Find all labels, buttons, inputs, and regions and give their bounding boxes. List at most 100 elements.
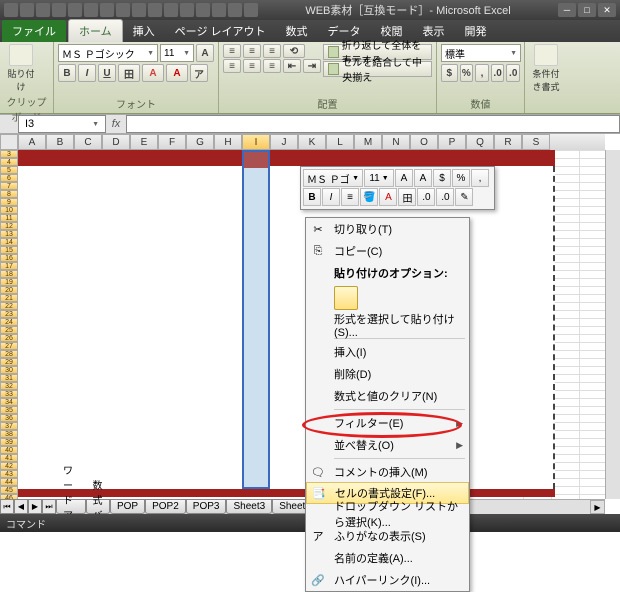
paste-button[interactable]: 貼り付け: [4, 44, 38, 93]
ctx-delete[interactable]: 削除(D): [306, 363, 469, 385]
mini-incdec-button[interactable]: .0: [417, 188, 435, 206]
mini-align-button[interactable]: ≡: [341, 188, 359, 206]
mini-grow-button[interactable]: A: [395, 169, 413, 187]
row-header[interactable]: 18: [0, 270, 18, 278]
mini-currency-button[interactable]: $: [433, 169, 451, 187]
row-header[interactable]: 9: [0, 198, 18, 206]
qat-btn[interactable]: [196, 3, 210, 17]
qat-btn[interactable]: [148, 3, 162, 17]
qat-btn[interactable]: [180, 3, 194, 17]
mini-border-button[interactable]: 田: [398, 188, 416, 206]
indent-dec-button[interactable]: ⇤: [283, 59, 301, 73]
row-header[interactable]: 26: [0, 334, 18, 342]
col-header-F[interactable]: F: [158, 134, 186, 150]
qat-btn[interactable]: [116, 3, 130, 17]
nav-first[interactable]: ⏮: [0, 499, 14, 514]
qat-btn[interactable]: [212, 3, 226, 17]
select-all-corner[interactable]: [0, 134, 18, 150]
col-header-R[interactable]: R: [494, 134, 522, 150]
row-header[interactable]: 25: [0, 326, 18, 334]
row-header[interactable]: 17: [0, 262, 18, 270]
nav-prev[interactable]: ◀: [14, 499, 28, 514]
ctx-furigana[interactable]: アふりがなの表示(S): [306, 525, 469, 547]
row-header[interactable]: 20: [0, 286, 18, 294]
indent-inc-button[interactable]: ⇥: [303, 59, 321, 73]
cond-format-button[interactable]: 条件付き書式: [529, 44, 563, 93]
ctx-clear[interactable]: 数式と値のクリア(N): [306, 385, 469, 407]
row-header[interactable]: 13: [0, 230, 18, 238]
fx-button[interactable]: fx: [106, 118, 126, 130]
fill-color-button[interactable]: A: [142, 64, 164, 82]
minimize-button[interactable]: ─: [558, 3, 576, 17]
mini-comma-button[interactable]: ,: [471, 169, 489, 187]
bold-button[interactable]: B: [58, 64, 76, 82]
col-header-P[interactable]: P: [438, 134, 466, 150]
row-header[interactable]: 35: [0, 406, 18, 414]
ctx-dropdown[interactable]: ドロップダウン リストから選択(K)...: [306, 503, 469, 525]
row-header[interactable]: 45: [0, 486, 18, 494]
row-header[interactable]: 5: [0, 166, 18, 174]
mini-format-button[interactable]: ✎: [455, 188, 473, 206]
merge-center-button[interactable]: セルを結合して中央揃え: [323, 61, 432, 77]
comma-button[interactable]: ,: [475, 64, 489, 82]
qat-btn[interactable]: [100, 3, 114, 17]
col-header-G[interactable]: G: [186, 134, 214, 150]
ctx-paste-button[interactable]: [334, 286, 358, 310]
ctx-paste-special[interactable]: 形式を選択して貼り付け(S)...: [306, 314, 469, 336]
col-header-S[interactable]: S: [522, 134, 550, 150]
align-right-button[interactable]: ≡: [263, 59, 281, 73]
row-header[interactable]: 3: [0, 150, 18, 158]
col-header-H[interactable]: H: [214, 134, 242, 150]
qat-btn[interactable]: [228, 3, 242, 17]
ctx-name[interactable]: 名前の定義(A)...: [306, 547, 469, 569]
close-button[interactable]: ✕: [598, 3, 616, 17]
row-header[interactable]: 10: [0, 206, 18, 214]
qat-btn[interactable]: [84, 3, 98, 17]
mini-size-combo[interactable]: 11▼: [364, 169, 394, 187]
row-header[interactable]: 44: [0, 478, 18, 486]
mini-fontcolor-button[interactable]: A: [379, 188, 397, 206]
dec-decimal-button[interactable]: .0: [506, 64, 520, 82]
vertical-scrollbar[interactable]: [605, 150, 620, 499]
row-header[interactable]: 12: [0, 222, 18, 230]
underline-button[interactable]: U: [98, 64, 116, 82]
row-header[interactable]: 7: [0, 182, 18, 190]
selected-column[interactable]: [242, 150, 270, 489]
quick-access-toolbar[interactable]: [4, 3, 258, 17]
row-header[interactable]: 33: [0, 390, 18, 398]
number-format-combo[interactable]: 標準▼: [441, 44, 521, 62]
formula-bar[interactable]: [126, 115, 620, 133]
align-center-button[interactable]: ≡: [243, 59, 261, 73]
percent-button[interactable]: %: [460, 64, 474, 82]
tab-file[interactable]: ファイル: [2, 20, 66, 42]
orientation-button[interactable]: ⟲: [283, 44, 305, 58]
mini-decdec-button[interactable]: .0: [436, 188, 454, 206]
col-header-C[interactable]: C: [74, 134, 102, 150]
row-header[interactable]: 36: [0, 414, 18, 422]
mini-italic-button[interactable]: I: [322, 188, 340, 206]
row-header[interactable]: 38: [0, 430, 18, 438]
align-middle-button[interactable]: ≡: [243, 44, 261, 58]
row-header[interactable]: 29: [0, 358, 18, 366]
grow-font-button[interactable]: A: [196, 44, 214, 62]
row-header[interactable]: 6: [0, 174, 18, 182]
align-top-button[interactable]: ≡: [223, 44, 241, 58]
row-header[interactable]: 24: [0, 318, 18, 326]
ctx-comment[interactable]: 🗨コメントの挿入(M): [306, 461, 469, 483]
qat-btn[interactable]: [4, 3, 18, 17]
col-header-I[interactable]: I: [242, 134, 270, 150]
mini-shrink-button[interactable]: A: [414, 169, 432, 187]
row-header[interactable]: 28: [0, 350, 18, 358]
row-header[interactable]: 31: [0, 374, 18, 382]
col-header-J[interactable]: J: [270, 134, 298, 150]
align-left-button[interactable]: ≡: [223, 59, 241, 73]
row-header[interactable]: 23: [0, 310, 18, 318]
col-header-Q[interactable]: Q: [466, 134, 494, 150]
qat-btn[interactable]: [68, 3, 82, 17]
sheet-tab[interactable]: POP2: [145, 499, 186, 514]
row-header[interactable]: 8: [0, 190, 18, 198]
font-name-combo[interactable]: ＭＳ Ｐゴシック▼: [58, 44, 158, 62]
font-color-button[interactable]: A: [166, 64, 188, 82]
row-header[interactable]: 43: [0, 470, 18, 478]
sheet-tab[interactable]: 数式バー: [86, 499, 110, 514]
